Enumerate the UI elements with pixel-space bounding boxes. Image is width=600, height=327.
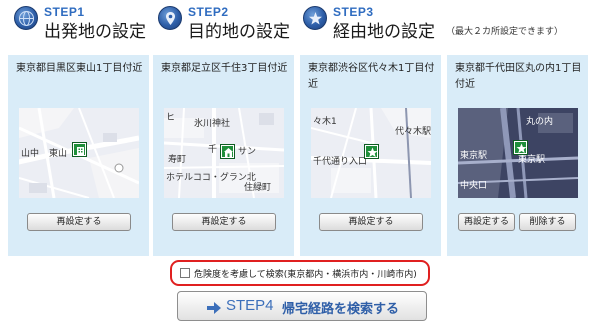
map-label: 千代通り入口 [313,157,368,167]
waypoint2-map[interactable]: 丸の内 東京駅 東京駅 中央口 [458,108,578,198]
waypoint-star-pin-icon[interactable] [364,144,379,159]
map-label: 丸の内 [526,117,554,127]
map-label: ヒ [166,113,176,123]
map-label: 住緑町 [244,183,272,193]
waypoint-star-pin-icon[interactable] [513,140,528,155]
map-label: 山中 [21,149,40,159]
pin-icon [158,6,182,30]
waypoint2-delete-button[interactable]: 削除する [519,213,576,231]
origin-panel: 東京都目黒区東山1丁目付近 山中 東山 再設定する [8,55,149,256]
waypoint1-map[interactable]: 々木1 代々木駅 千代通り入口 [311,108,431,198]
destination-panel: 東京都足立区千住3丁目付近 ヒ 氷川神社 寿町 千 サン ホテルココ・グラン北 … [153,55,294,256]
step3-title: 経由地の設定 [333,22,435,42]
step2-title: 目的地の設定 [188,22,290,42]
waypoint1-reset-button[interactable]: 再設定する [319,213,423,231]
waypoint2-address: 東京都千代田区丸の内1丁目付近 [455,63,582,90]
waypoint2-reset-button[interactable]: 再設定する [458,213,515,231]
origin-address: 東京都目黒区東山1丁目付近 [16,63,143,74]
destination-address: 東京都足立区千住3丁目付近 [161,63,288,74]
origin-reset-button[interactable]: 再設定する [27,213,131,231]
danger-checkbox[interactable] [180,268,190,278]
map-label: 々木1 [313,117,337,127]
map-label: ホテルココ・グラン北 [166,173,256,183]
map-label: 氷川神社 [194,119,231,129]
step2-header: STEP2 目的地の設定 [158,4,308,42]
destination-map[interactable]: ヒ 氷川神社 寿町 千 サン ホテルココ・グラン北 住緑町 [164,108,284,198]
waypoint1-panel: 東京都渋谷区代々木1丁目付近 々木1 代々木駅 千代通り入口 再設定する [300,55,441,256]
arrow-right-icon [206,300,222,319]
building-pin-icon[interactable] [72,142,87,157]
danger-checkbox-row: 危険度を考慮して検索(東京都内・横浜市内・川崎市内) [170,260,430,286]
search-step-number: STEP4 [226,297,274,314]
globe-icon [14,6,38,30]
step1-header: STEP1 出発地の設定 [14,4,164,42]
map-label: 寿町 [168,155,187,165]
map-label: 中央口 [460,181,488,191]
origin-map[interactable]: 山中 東山 [19,108,139,198]
search-route-label: 帰宅経路を検索する [282,302,400,317]
step1-title: 出発地の設定 [44,22,146,42]
house-pin-icon[interactable] [220,144,235,159]
step3-header: STEP3 経由地の設定 [303,4,453,42]
map-label: サン [238,147,257,157]
map-label: 代々木駅 [395,127,431,137]
waypoint1-address: 東京都渋谷区代々木1丁目付近 [308,63,435,90]
danger-checkbox-label[interactable]: 危険度を考慮して検索(東京都内・横浜市内・川崎市内) [194,267,417,280]
search-route-button[interactable]: STEP4 帰宅経路を検索する [177,291,427,321]
map-label: 千 [208,145,218,155]
destination-reset-button[interactable]: 再設定する [172,213,276,231]
map-label: 東山 [49,149,68,159]
star-icon [303,6,327,30]
map-label: 東京駅 [460,151,488,161]
waypoint2-panel: 東京都千代田区丸の内1丁目付近 丸の内 東京駅 東京駅 中央口 再設定する 削除… [447,55,588,256]
step3-note: （最大２カ所設定できます） [446,27,564,37]
